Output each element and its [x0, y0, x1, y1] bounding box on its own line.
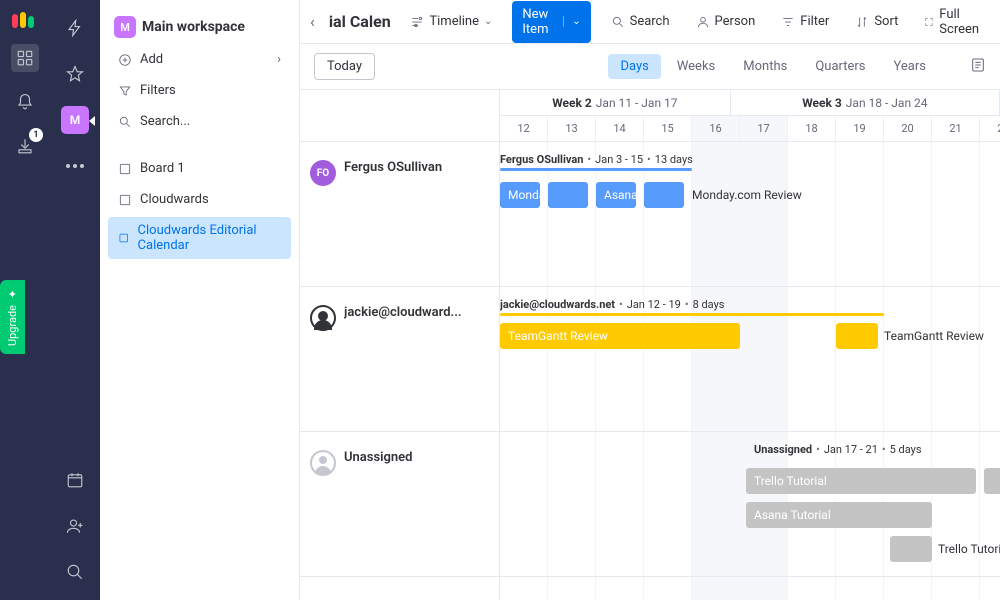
- workspace-name: Main workspace: [142, 19, 245, 35]
- person-button[interactable]: Person: [690, 10, 762, 33]
- sidebar-search[interactable]: Search...: [108, 108, 291, 135]
- board-title: ial Calendar: [329, 12, 391, 31]
- export-icon[interactable]: [970, 57, 986, 77]
- sidebar-item-cloudwards[interactable]: Cloudwards: [108, 186, 291, 213]
- task-bar[interactable]: [836, 323, 878, 349]
- chevron-down-icon: ⌄: [484, 16, 492, 27]
- day-header-cell: 15: [644, 116, 692, 141]
- day-header-cell: 22: [980, 116, 1000, 141]
- day-header-cell: 19: [836, 116, 884, 141]
- chevron-down-icon[interactable]: ⌄: [563, 16, 580, 27]
- capacity-line: [500, 313, 884, 316]
- new-item-button[interactable]: New Item ⌄: [512, 1, 590, 43]
- sidebar-item-label: Cloudwards Editorial Calendar: [138, 223, 281, 253]
- calendar-icon[interactable]: [61, 466, 89, 494]
- task-bar[interactable]: [890, 536, 932, 562]
- person-row: jackie@cloudward...: [300, 287, 499, 432]
- person-name: Fergus OSullivan: [344, 160, 442, 175]
- capacity-line: [500, 168, 692, 171]
- fullscreen-button[interactable]: Full Screen: [918, 3, 990, 41]
- range-tab-days[interactable]: Days: [608, 54, 660, 79]
- sidebar: M Main workspace Add › Filters Search...…: [100, 0, 300, 600]
- day-header-cell: 20: [884, 116, 932, 141]
- workspace-avatar[interactable]: M: [61, 106, 89, 134]
- range-tab-years[interactable]: Years: [882, 54, 938, 79]
- more-icon[interactable]: [61, 152, 89, 180]
- inbox-icon[interactable]: 1: [11, 132, 39, 160]
- timeline-people-column: FO Fergus OSullivan jackie@cloudward... Una…: [300, 90, 500, 600]
- timeline: FO Fergus OSullivan jackie@cloudward... Una…: [300, 90, 1000, 600]
- task-bar[interactable]: Trello Tutorial: [746, 468, 976, 494]
- day-header-cell: 17: [740, 116, 788, 141]
- sidebar-item-editorial-calendar[interactable]: Cloudwards Editorial Calendar: [108, 217, 291, 259]
- week-header-cell: Week 3Jan 18 - Jan 24: [731, 90, 1000, 115]
- day-header-cell: 12: [500, 116, 548, 141]
- sidebar-add[interactable]: Add ›: [108, 46, 291, 73]
- upgrade-button[interactable]: Upgrade: [0, 280, 25, 354]
- timeline-grid[interactable]: Week 2Jan 11 - Jan 17Week 3Jan 18 - Jan …: [500, 90, 1000, 600]
- person-row: Unassigned: [300, 432, 499, 577]
- range-tab-months[interactable]: Months: [731, 54, 799, 79]
- workspace-header[interactable]: M Main workspace: [108, 12, 291, 42]
- bolt-icon[interactable]: [61, 14, 89, 42]
- group-summary: Fergus OSullivan•Jan 3 - 15•13 days: [500, 152, 693, 166]
- monday-logo: [12, 12, 38, 28]
- topbar: ‹ ial Calendar Timeline ⌄ New Item ⌄ Sea…: [300, 0, 1000, 44]
- search-button[interactable]: Search: [605, 10, 676, 33]
- nav-rail: M: [50, 0, 100, 600]
- week-header-cell: Week 2Jan 11 - Jan 17: [500, 90, 731, 115]
- sidebar-item-board1[interactable]: Board 1: [108, 155, 291, 182]
- day-header-cell: 18: [788, 116, 836, 141]
- sidebar-filters[interactable]: Filters: [108, 77, 291, 104]
- day-header-cell: 13: [548, 116, 596, 141]
- day-header-cell: 14: [596, 116, 644, 141]
- avatar: FO: [310, 160, 336, 186]
- timeline-controls: Today DaysWeeksMonthsQuartersYears: [300, 44, 1000, 90]
- task-label: Monday.com Review: [692, 182, 802, 208]
- task-bar[interactable]: Asana Rev: [596, 182, 636, 208]
- inbox-badge: 1: [29, 128, 43, 142]
- timeline-row: Unassigned•Jan 17 - 21•5 days Trello Tuto…: [500, 432, 1000, 577]
- workspaces-icon[interactable]: [11, 44, 39, 72]
- group-summary: jackie@cloudwards.net•Jan 12 - 19•8 days: [500, 297, 724, 311]
- invite-icon[interactable]: [61, 512, 89, 540]
- week-header: Week 2Jan 11 - Jan 17Week 3Jan 18 - Jan …: [500, 90, 1000, 116]
- task-label: TeamGantt Review: [884, 323, 984, 349]
- day-header-cell: 16: [692, 116, 740, 141]
- range-tab-quarters[interactable]: Quarters: [803, 54, 877, 79]
- chevron-right-icon: ›: [277, 52, 281, 67]
- sort-button[interactable]: Sort: [849, 10, 904, 33]
- task-bar[interactable]: Monda: [500, 182, 540, 208]
- day-header-cell: 21: [932, 116, 980, 141]
- main: ‹ ial Calendar Timeline ⌄ New Item ⌄ Sea…: [300, 0, 1000, 600]
- search-icon[interactable]: [61, 558, 89, 586]
- timeline-row: jackie@cloudwards.net•Jan 12 - 19•8 days…: [500, 287, 1000, 432]
- chevron-left-icon[interactable]: ‹: [310, 12, 315, 31]
- person-row: FO Fergus OSullivan: [300, 142, 499, 287]
- workspace-initial: M: [70, 113, 81, 127]
- day-header: 1213141516171819202122: [500, 116, 1000, 142]
- star-icon[interactable]: [61, 60, 89, 88]
- task-label: Trello Tutorial: [938, 536, 1000, 562]
- filter-button[interactable]: Filter: [775, 10, 835, 33]
- timeline-row: Fergus OSullivan•Jan 3 - 15•13 days Monda…: [500, 142, 1000, 287]
- task-bar[interactable]: [984, 468, 1000, 494]
- task-bar[interactable]: [644, 182, 684, 208]
- sidebar-item-label: Cloudwards: [140, 192, 209, 207]
- avatar: [310, 450, 336, 476]
- task-bar[interactable]: TeamGantt Review: [500, 323, 740, 349]
- range-tab-weeks[interactable]: Weeks: [665, 54, 727, 79]
- person-name: Unassigned: [344, 450, 413, 465]
- task-bar[interactable]: [548, 182, 588, 208]
- task-bar[interactable]: Asana Tutorial: [746, 502, 932, 528]
- view-switcher[interactable]: Timeline ⌄: [404, 10, 498, 33]
- avatar: [310, 305, 336, 331]
- today-button[interactable]: Today: [314, 53, 375, 80]
- person-name: jackie@cloudward...: [344, 305, 462, 320]
- notifications-icon[interactable]: [11, 88, 39, 116]
- sidebar-item-label: Board 1: [140, 161, 185, 176]
- group-summary: Unassigned•Jan 17 - 21•5 days: [754, 442, 922, 456]
- range-tabs: DaysWeeksMonthsQuartersYears: [608, 54, 938, 79]
